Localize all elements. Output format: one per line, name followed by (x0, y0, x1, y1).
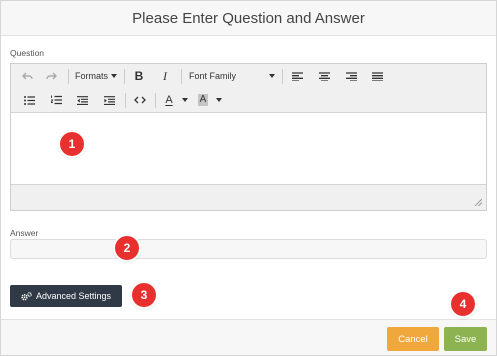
text-color-button[interactable]: A (159, 90, 179, 110)
advanced-settings-label: Advanced Settings (35, 291, 112, 301)
background-color-label: A (197, 94, 209, 106)
resize-handle-icon[interactable] (474, 198, 482, 206)
toolbar-separator (181, 69, 182, 84)
align-center-icon[interactable] (314, 66, 334, 86)
annotation-marker-4: 4 (451, 292, 475, 316)
annotation-marker-2: 2 (115, 236, 139, 260)
align-justify-icon[interactable] (367, 66, 387, 86)
align-left-icon[interactable] (287, 66, 307, 86)
chevron-down-icon (215, 98, 222, 102)
advanced-settings-button[interactable]: Advanced Settings (10, 285, 122, 307)
editor-statusbar (11, 184, 486, 210)
toolbar-separator (282, 69, 283, 84)
background-color-button[interactable]: A (193, 90, 213, 110)
toolbar-separator (125, 93, 126, 108)
answer-input[interactable] (10, 239, 487, 259)
annotation-marker-3: 3 (132, 283, 156, 307)
chevron-down-icon (269, 74, 275, 78)
indent-icon[interactable] (99, 90, 119, 110)
align-right-icon[interactable] (341, 66, 361, 86)
dialog-footer: Cancel Save (1, 319, 496, 355)
toolbar-separator (124, 69, 125, 84)
chevron-down-icon (181, 98, 188, 102)
answer-label: Answer (10, 228, 39, 238)
numbered-list-icon[interactable] (46, 90, 66, 110)
question-answer-dialog: Please Enter Question and Answer Questio… (0, 0, 497, 356)
chevron-down-icon (111, 74, 117, 78)
toolbar-separator (155, 93, 156, 108)
code-icon[interactable] (130, 90, 150, 110)
editor-toolbar: Formats B I Font Family A A (11, 64, 486, 113)
cancel-button[interactable]: Cancel (387, 327, 439, 351)
outdent-icon[interactable] (72, 90, 92, 110)
formats-label: Formats (74, 71, 108, 81)
text-color-dropdown[interactable] (178, 90, 188, 110)
question-label: Question (10, 48, 45, 58)
bold-button[interactable]: B (129, 66, 149, 86)
bullet-list-icon[interactable] (19, 90, 39, 110)
font-family-label: Font Family (189, 71, 237, 81)
gears-icon (21, 291, 32, 300)
font-family-dropdown[interactable]: Font Family (187, 66, 277, 86)
italic-button[interactable]: I (155, 66, 175, 86)
dialog-header: Please Enter Question and Answer (1, 1, 496, 36)
redo-icon[interactable] (41, 66, 61, 86)
save-button[interactable]: Save (444, 327, 487, 351)
formats-dropdown[interactable]: Formats (73, 66, 119, 86)
dialog-title: Please Enter Question and Answer (132, 9, 365, 27)
undo-icon[interactable] (17, 66, 37, 86)
toolbar-separator (68, 69, 69, 84)
annotation-marker-1: 1 (60, 132, 84, 156)
background-color-dropdown[interactable] (212, 90, 222, 110)
